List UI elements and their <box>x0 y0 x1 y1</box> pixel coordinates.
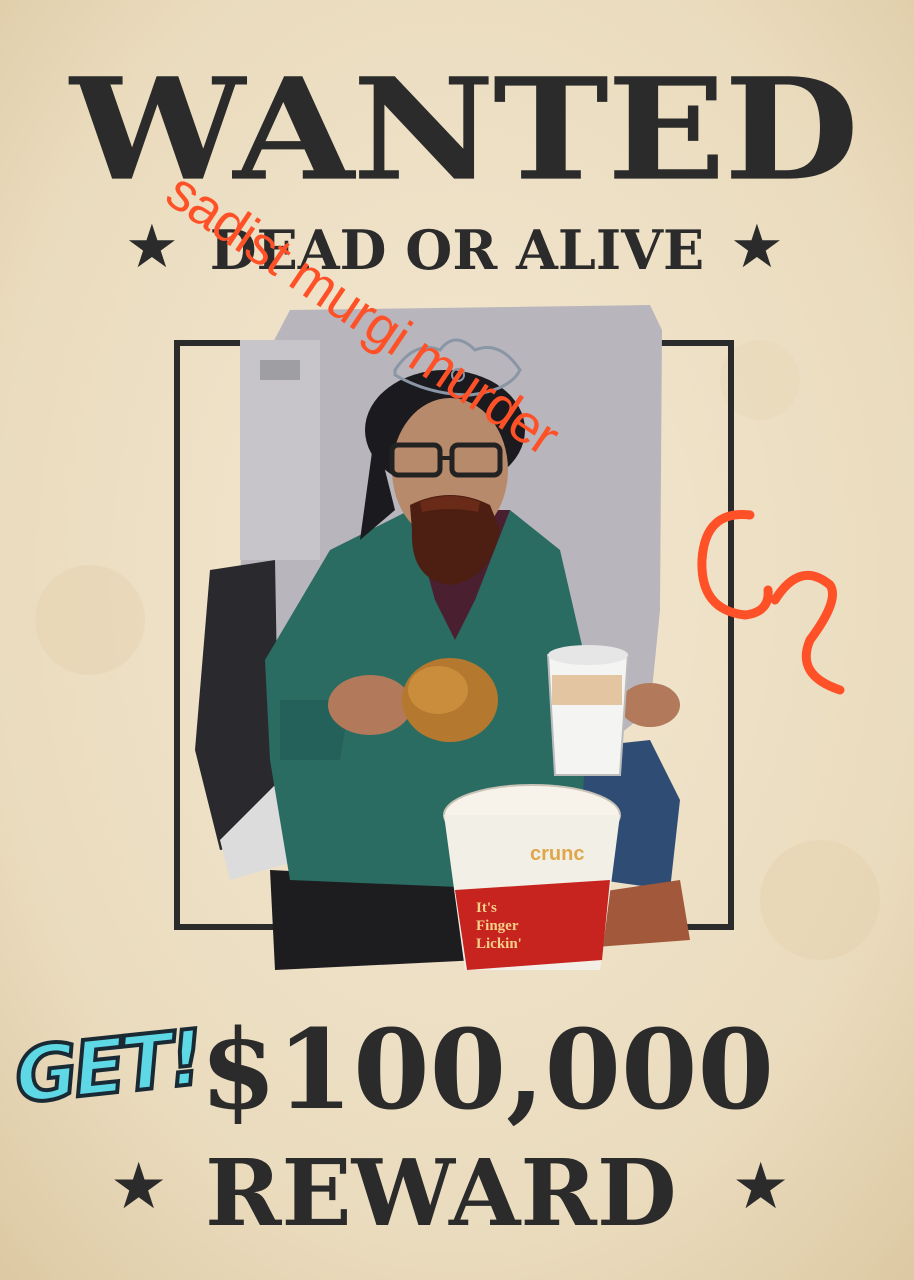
star-icon: ★ <box>125 212 179 282</box>
bucket-brand: crunc <box>530 843 584 865</box>
star-icon: ★ <box>110 1150 168 1224</box>
bucket-slogan: It's <box>476 900 497 916</box>
drink-cup <box>546 654 630 776</box>
reward-amount: $100,000 <box>200 1005 775 1134</box>
reward-label: REWARD <box>205 1139 677 1247</box>
bucket-slogan: Lickin' <box>476 936 522 952</box>
bucket-slogan: Finger <box>476 918 519 934</box>
star-icon: ★ <box>732 1150 790 1224</box>
wanted-poster: WANTED ★ DEAD OR ALIVE ★ crunc It's Fing… <box>0 0 914 1280</box>
signature-scribble <box>697 510 845 695</box>
star-icon: ★ <box>730 212 784 282</box>
